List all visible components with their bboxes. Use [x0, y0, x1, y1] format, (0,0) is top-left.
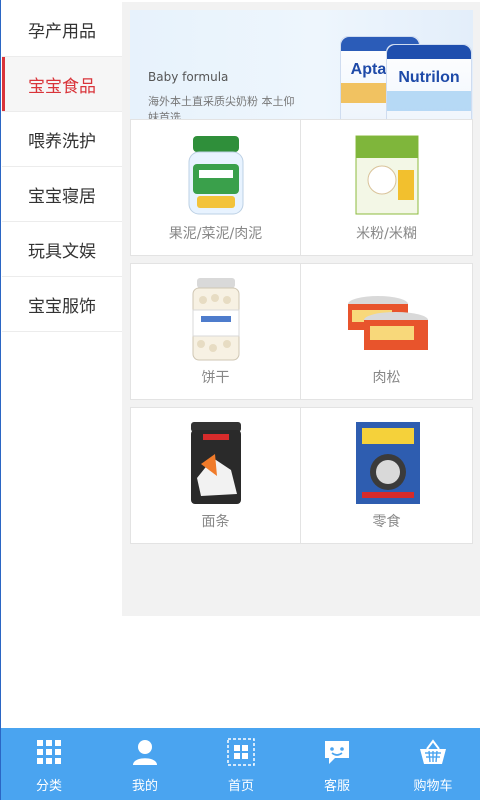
- banner-title: Baby formula: [148, 70, 229, 84]
- category-label: 米粉/米糊: [356, 226, 417, 242]
- category-card-puree[interactable]: 果泥/菜泥/肉泥: [130, 119, 301, 256]
- tab-cart[interactable]: 购物车: [385, 728, 480, 800]
- category-card-rice-cereal[interactable]: 米粉/米糊: [301, 119, 473, 256]
- category-card-noodles[interactable]: 面条: [130, 407, 301, 544]
- category-card-meat-floss[interactable]: 肉松: [301, 263, 473, 400]
- basket-icon: [420, 739, 446, 764]
- tab-service[interactable]: 客服: [289, 728, 385, 800]
- sidebar-item-clothing[interactable]: 宝宝服饰: [2, 277, 122, 332]
- tab-label: 首页: [227, 779, 254, 794]
- sidebar-item-feeding-care[interactable]: 喂养洗护: [2, 112, 122, 167]
- banner-brand-2: Nutrilon: [398, 69, 460, 86]
- tab-label: 客服: [323, 779, 350, 794]
- sidebar-item-baby-food[interactable]: 宝宝食品: [2, 57, 122, 112]
- sidebar-item-toys[interactable]: 玩具文娱: [2, 222, 122, 277]
- tab-category[interactable]: 分类: [1, 728, 97, 800]
- snack-box-icon: [342, 418, 432, 508]
- category-grid: 果泥/菜泥/肉泥 米粉/米糊 饼干 肉松 面条 零食: [130, 119, 473, 551]
- category-label: 肉松: [372, 370, 401, 386]
- sidebar-item-maternity[interactable]: 孕产用品: [2, 2, 122, 57]
- category-label: 果泥/菜泥/肉泥: [168, 226, 263, 242]
- category-card-biscuit[interactable]: 饼干: [130, 263, 301, 400]
- category-label: 面条: [201, 514, 230, 530]
- category-card-snacks[interactable]: 零食: [301, 407, 473, 544]
- grid-icon: [37, 740, 61, 764]
- puree-jar-icon: [171, 130, 261, 220]
- user-icon: [133, 740, 157, 765]
- tab-label: 购物车: [413, 779, 453, 794]
- category-label: 零食: [372, 514, 401, 530]
- category-label: 饼干: [201, 370, 230, 386]
- app-window: 孕产用品 宝宝食品 喂养洗护 宝宝寝居 玩具文娱 宝宝服饰 Baby formu…: [0, 0, 480, 800]
- tab-home[interactable]: 首页: [193, 728, 289, 800]
- tab-label: 我的: [131, 779, 158, 794]
- category-sidebar: 孕产用品 宝宝食品 喂养洗护 宝宝寝居 玩具文娱 宝宝服饰: [2, 2, 122, 332]
- tab-label: 分类: [35, 779, 62, 794]
- noodle-can-icon: [171, 418, 261, 508]
- meat-floss-can-icon: [342, 274, 432, 364]
- chat-icon: [325, 741, 349, 764]
- main-content: Baby formula 海外本土直采质尖奶粉 本土仰妹首选 Aptamil N…: [122, 2, 480, 616]
- sidebar-item-bedding[interactable]: 宝宝寝居: [2, 167, 122, 222]
- rice-cereal-box-icon: [342, 130, 432, 220]
- biscuit-jar-icon: [171, 274, 261, 364]
- home-grid-icon: [227, 738, 255, 766]
- bottom-tab-bar: 分类 我的 首页 客服 购物车: [1, 728, 480, 800]
- tab-mine[interactable]: 我的: [97, 728, 193, 800]
